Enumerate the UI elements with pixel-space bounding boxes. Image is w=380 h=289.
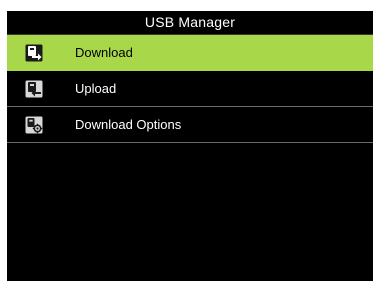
download-options-icon [25,116,43,134]
upload-icon [25,80,43,98]
menu-item-label: Download [75,45,133,60]
page-title: USB Manager [7,11,373,35]
menu-item-download-options[interactable]: Download Options [7,107,373,143]
menu-item-label: Download Options [75,117,182,132]
menu-item-upload[interactable]: Upload [7,71,373,107]
usb-menu: Download Upload Download Options [7,35,373,143]
menu-item-label: Upload [75,81,117,96]
usb-manager-screen: USB Manager Download Upload Download Opt… [7,11,373,281]
menu-item-download[interactable]: Download [7,35,373,71]
download-icon [25,44,43,62]
